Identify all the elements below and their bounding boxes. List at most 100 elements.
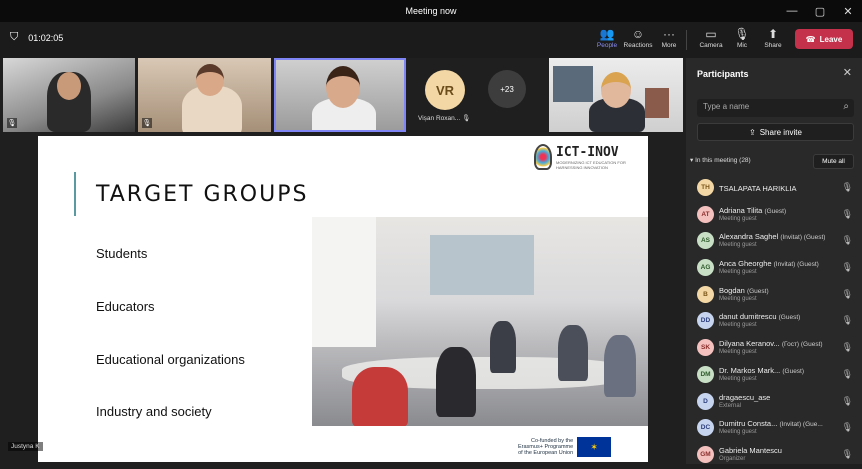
logo-name: ICT-INOV (556, 144, 619, 160)
avatar: TH (697, 179, 714, 196)
participant-role: Organizer (719, 455, 746, 462)
participant-row[interactable]: TH TSALAPATA HARIKLIA 🎙 (686, 175, 862, 202)
logo-tagline: MODERNIZING ICT EDUCATION FOR HARNESSING… (556, 159, 626, 170)
participant-name: Dilyana Keranov... (Гост) (Guest) (719, 339, 823, 349)
reactions-button[interactable]: ☺ Reactions (622, 26, 654, 56)
shield-icon: ⛉ (10, 31, 19, 43)
video-tile[interactable] (549, 58, 683, 132)
wall-pictures (645, 88, 669, 118)
close-window-button[interactable]: ✕ (834, 0, 862, 22)
participant-role: Meeting guest (719, 322, 757, 329)
participant-name: Dr. Markos Mark... (Guest) (719, 365, 805, 375)
photo-person (436, 347, 476, 417)
close-icon[interactable]: ✕ (843, 66, 852, 79)
avatar: DC (697, 419, 714, 437)
mic-off-icon: 🎙 (7, 118, 17, 128)
participant-row[interactable]: SK Dilyana Keranov... (Гост) (Guest) Meeti… (686, 335, 862, 362)
participant-name: Dumitru Consta... (Invitat) (Gue... (719, 419, 823, 429)
mic-off-icon: 🎙 (841, 342, 853, 353)
participant-name: Gabriela Mantescu (719, 445, 782, 455)
leave-button[interactable]: ☎ Leave (795, 29, 853, 49)
participant-name: Alexandra Saghel (Invitat) (Guest) (719, 232, 826, 242)
participant-tag: (Гост) (Guest) (781, 341, 823, 349)
more-participants-button[interactable]: +23 (488, 70, 526, 108)
slide-bullet: Industry and society (96, 404, 212, 419)
video-tile[interactable]: 🎙 (3, 58, 135, 132)
mic-off-icon: 🎙 (841, 235, 853, 246)
participant-name: Bogdan (Guest) (719, 285, 769, 295)
camera-icon: ▭ (705, 27, 717, 41)
lightbulb-icon (534, 144, 552, 170)
slide-bullet: Educators (96, 299, 155, 314)
participant-row[interactable]: DC Dumitru Consta... (Invitat) (Gue... Mee… (686, 415, 862, 442)
search-input[interactable]: Type a name ⌕ (697, 99, 854, 117)
avatar: AT (697, 205, 714, 223)
minimize-button[interactable]: — (778, 0, 806, 22)
avatar: DM (697, 365, 714, 383)
photo-artwork (430, 235, 534, 295)
share-invite-button[interactable]: ⇪ Share invite (697, 123, 854, 141)
mic-off-icon: 🎙 (841, 315, 853, 326)
avatar[interactable]: VR (425, 70, 465, 110)
participant-tag: (Invitat) (Gue... (779, 421, 823, 429)
participant-row[interactable]: DD danut dumitrescu (Guest) Meeting guest 🎙 (686, 308, 862, 335)
participant-name: Adriana Tilita (Guest) (719, 205, 787, 215)
participant-role: Meeting guest (719, 429, 757, 436)
participant-name: Anca Gheorghe (Invitat) (Guest) (719, 259, 819, 269)
avatar: AG (697, 259, 714, 277)
participant-row[interactable]: AS Alexandra Saghel (Invitat) (Guest) Meet… (686, 228, 862, 255)
participant-face (326, 66, 360, 108)
mic-off-icon: 🎙 (841, 182, 853, 192)
participant-role: Meeting guest (719, 375, 757, 382)
photo-person (558, 325, 588, 381)
toolbar-button-label: People (596, 42, 618, 49)
mic-off-icon: 🎙 (841, 395, 853, 406)
wall-pictures (553, 66, 593, 102)
participant-row[interactable]: DM Dr. Markos Mark... (Guest) Meeting gues… (686, 362, 862, 389)
workshop-photo (312, 217, 648, 426)
slide-accent-bar (74, 172, 76, 216)
participant-row[interactable]: GM Gabriela Mantescu Organizer 🎙 (686, 442, 862, 469)
participant-face (196, 64, 224, 96)
camera-button[interactable]: ▭ Camera (695, 26, 727, 56)
avatar: SK (697, 339, 714, 357)
erasmus-logo: Co-funded by the Erasmus+ Programme of t… (518, 436, 644, 458)
leave-label: Leave (819, 34, 843, 44)
video-stage: 🎙 🎙 VR Vișan Roxan... 🎙 +23 TARGET GROUP… (0, 58, 686, 464)
mic-off-icon: 🎙 (841, 448, 853, 459)
participant-face (601, 72, 631, 108)
people-button[interactable]: 👥 People (591, 26, 623, 56)
toolbar-divider (686, 30, 687, 50)
video-tile[interactable]: 🎙 (138, 58, 271, 132)
mic-button[interactable]: 🎙 Mic (726, 26, 758, 56)
participant-row[interactable]: Ddragaescu_ase External 🎙 (686, 389, 862, 416)
eu-flag-icon: ✶ (577, 437, 612, 457)
share-icon: ⇪ (749, 127, 756, 137)
participant-row[interactable]: B Bogdan (Guest) Meeting guest 🎙 (686, 282, 862, 309)
mic-off-icon: 🎙 (734, 27, 750, 41)
participant-tag: (Guest) (746, 287, 769, 295)
photo-person (490, 321, 516, 373)
search-icon: ⌕ (843, 101, 849, 112)
avatar: GM (697, 445, 714, 463)
window-title: Meeting now (405, 6, 457, 16)
photo-window (312, 217, 376, 347)
maximize-button[interactable]: ▢ (806, 0, 834, 22)
title-bar: Meeting now — ▢ ✕ (0, 0, 862, 22)
avatar-name: Vișan Roxan... 🎙 (418, 115, 471, 122)
share-button[interactable]: ⬆ Share (757, 26, 789, 56)
active-speaker-tile[interactable] (274, 58, 406, 132)
panel-title: Participants (697, 69, 749, 79)
avatar: DD (697, 312, 714, 330)
slide-bullet: Educational organizations (96, 352, 245, 367)
in-meeting-header[interactable]: ▾ In this meeting (28) (690, 156, 751, 164)
participant-face (57, 72, 81, 100)
participant-role: Meeting guest (719, 215, 757, 222)
mute-all-button[interactable]: Mute all (813, 154, 854, 169)
participant-row[interactable]: AG Anca Gheorghe (Invitat) (Guest) Meeting… (686, 255, 862, 282)
photo-person (352, 367, 408, 426)
participant-role: Meeting guest (719, 295, 757, 302)
participant-row[interactable]: AT Adriana Tilita (Guest) Meeting guest 🎙 (686, 202, 862, 229)
toolbar-button-label: Mic (736, 42, 748, 49)
more-button[interactable]: ··· More (653, 26, 685, 56)
